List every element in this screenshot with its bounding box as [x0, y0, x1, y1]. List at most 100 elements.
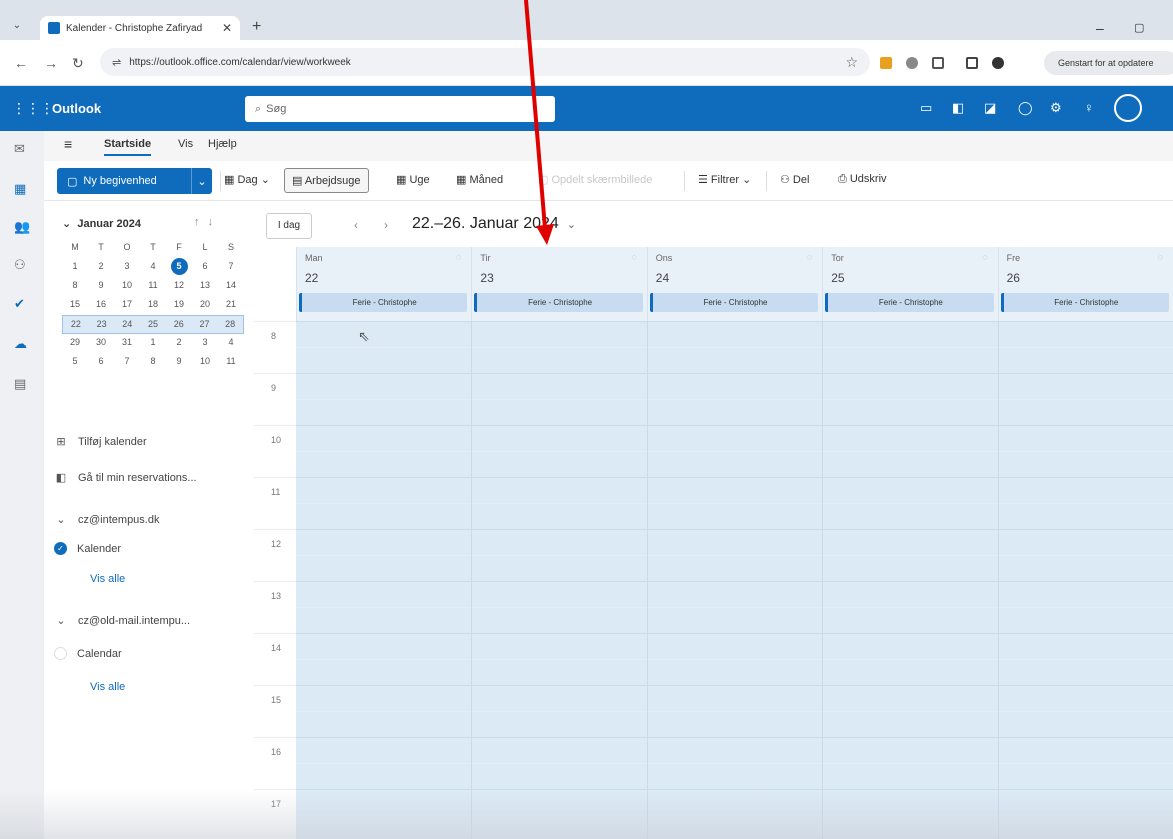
mail-icon[interactable]: ✉: [14, 141, 25, 157]
mini-calendar-day[interactable]: 5: [166, 258, 192, 277]
all-day-event[interactable]: Ferie - Christophe: [649, 293, 819, 312]
account-group-header[interactable]: ⌄ cz@intempus.dk: [54, 513, 159, 527]
mini-calendar-day[interactable]: 13: [192, 277, 218, 296]
month-view-button[interactable]: ▦ Måned: [456, 173, 503, 186]
profile-avatar-icon[interactable]: [992, 57, 1004, 69]
mini-calendar-day[interactable]: 14: [218, 277, 244, 296]
mini-calendar-day[interactable]: 30: [88, 334, 114, 353]
mini-calendar-day[interactable]: 20: [192, 296, 218, 315]
tab-help[interactable]: Hjælp: [208, 138, 237, 150]
workweek-view-button[interactable]: ▤ Arbejdsuge: [284, 168, 369, 193]
reload-icon[interactable]: ↻: [72, 55, 84, 72]
people-icon[interactable]: 👥: [14, 219, 30, 235]
mini-calendar-day[interactable]: 11: [218, 353, 244, 372]
search-input[interactable]: ⌕ Søg: [245, 96, 555, 122]
mini-calendar-day[interactable]: 7: [114, 353, 140, 372]
week-view-button[interactable]: ▦ Uge: [396, 173, 430, 186]
mini-calendar-day[interactable]: 29: [62, 334, 88, 353]
gear-icon[interactable]: ⚙: [1050, 100, 1062, 116]
filter-button[interactable]: ☰ Filtrer ⌄: [698, 173, 751, 186]
hamburger-icon[interactable]: ≡: [64, 136, 72, 152]
mini-calendar-day[interactable]: 8: [140, 353, 166, 372]
next-icon[interactable]: ›: [384, 218, 388, 232]
bookmark-star-icon[interactable]: ☆: [845, 54, 858, 71]
day-column-header[interactable]: Tir ◌ 23 Ferie - Christophe: [471, 247, 646, 321]
mini-calendar-day[interactable]: 1: [140, 334, 166, 353]
tab-home[interactable]: Startside: [104, 138, 152, 156]
mini-calendar-day[interactable]: 10: [192, 353, 218, 372]
calendar-icon[interactable]: ▦: [14, 181, 26, 197]
close-tab-icon[interactable]: ✕: [222, 21, 232, 35]
new-event-button[interactable]: ▢ Ny begivenhed ⌄: [57, 168, 212, 194]
mini-calendar-day[interactable]: 27: [192, 316, 218, 333]
show-all-link[interactable]: Vis alle: [90, 681, 125, 693]
mini-calendar-nav[interactable]: ↑↓: [194, 216, 221, 228]
sidepanel-icon[interactable]: [966, 57, 978, 69]
mini-calendar-day[interactable]: 21: [218, 296, 244, 315]
share-button[interactable]: ⚇ Del: [780, 173, 809, 186]
print-button[interactable]: ⎙ Udskriv: [838, 173, 887, 186]
mini-calendar-day[interactable]: 6: [192, 258, 218, 277]
forward-icon[interactable]: →: [44, 55, 58, 71]
all-day-event[interactable]: Ferie - Christophe: [1000, 293, 1169, 312]
time-grid[interactable]: [296, 321, 1173, 839]
mini-calendar-day[interactable]: 1: [62, 258, 88, 277]
split-view-button[interactable]: ▢ Opdelt skærmbillede: [538, 173, 652, 186]
restart-update-button[interactable]: Genstart for at opdatere: [1044, 51, 1173, 75]
mini-calendar-day[interactable]: 31: [114, 334, 140, 353]
day-column-header[interactable]: Man ◌ 22 Ferie - Christophe: [296, 247, 471, 321]
all-day-event[interactable]: Ferie - Christophe: [825, 293, 994, 312]
address-bar[interactable]: ⇌ https://outlook.office.com/calendar/vi…: [100, 48, 870, 76]
mini-calendar-day[interactable]: 12: [166, 277, 192, 296]
extension-icon[interactable]: [906, 57, 918, 69]
apps-icon[interactable]: ▤: [14, 376, 26, 392]
add-calendar-link[interactable]: ⊞ Tilføj kalender: [54, 435, 146, 449]
all-day-event[interactable]: Ferie - Christophe: [474, 293, 643, 312]
mini-calendar-day[interactable]: 2: [166, 334, 192, 353]
mini-calendar-day[interactable]: 18: [140, 296, 166, 315]
mini-calendar-day[interactable]: 10: [114, 277, 140, 296]
lightbulb-icon[interactable]: ♀: [1084, 100, 1094, 115]
extension-icon[interactable]: [880, 57, 892, 69]
show-all-link[interactable]: Vis alle: [90, 573, 125, 585]
back-icon[interactable]: ←: [14, 55, 28, 71]
calendar-item[interactable]: ✓ Kalender: [54, 542, 121, 555]
mini-calendar-day[interactable]: 15: [62, 296, 88, 315]
mini-calendar-day[interactable]: 9: [88, 277, 114, 296]
mini-calendar-day[interactable]: 5: [62, 353, 88, 372]
browser-tab[interactable]: Kalender - Christophe Zafiryad ✕: [40, 16, 240, 40]
mini-calendar-day[interactable]: 4: [218, 334, 244, 353]
restore-icon[interactable]: ▢: [1134, 21, 1144, 34]
mini-calendar-day[interactable]: 24: [114, 316, 140, 333]
mini-calendar-day[interactable]: 2: [88, 258, 114, 277]
app-launcher-icon[interactable]: ⋮⋮⋮: [12, 100, 54, 117]
today-button[interactable]: I dag: [266, 213, 312, 239]
chevron-down-icon[interactable]: ⌄: [192, 175, 212, 188]
mini-calendar-day[interactable]: 11: [140, 277, 166, 296]
previous-icon[interactable]: ‹: [354, 218, 358, 232]
day-column-header[interactable]: Tor ◌ 25 Ferie - Christophe: [822, 247, 997, 321]
site-settings-icon[interactable]: ⇌: [112, 56, 121, 69]
day-column-header[interactable]: Fre ◌ 26 Ferie - Christophe: [997, 247, 1173, 321]
onedrive-icon[interactable]: ☁: [14, 336, 27, 352]
tab-view[interactable]: Vis: [178, 138, 193, 150]
mini-calendar-day[interactable]: 3: [114, 258, 140, 277]
teams-icon[interactable]: ◧: [952, 100, 964, 116]
day-view-button[interactable]: ▦ Dag ⌄: [224, 173, 270, 186]
mini-calendar-day[interactable]: 17: [114, 296, 140, 315]
mini-calendar-day[interactable]: 23: [89, 316, 115, 333]
mini-calendar-day[interactable]: 16: [88, 296, 114, 315]
todo-check-icon[interactable]: ✔: [14, 296, 25, 312]
all-day-event[interactable]: Ferie - Christophe: [299, 293, 468, 312]
new-tab-icon[interactable]: +: [252, 18, 261, 36]
extensions-puzzle-icon[interactable]: [932, 57, 944, 69]
mini-calendar-day[interactable]: 22: [63, 316, 89, 333]
todo-icon[interactable]: ◪: [984, 100, 996, 116]
mini-calendar-day[interactable]: 19: [166, 296, 192, 315]
mini-calendar-day[interactable]: 26: [166, 316, 192, 333]
mini-calendar-day[interactable]: 7: [218, 258, 244, 277]
mini-calendar-day[interactable]: 4: [140, 258, 166, 277]
date-range-picker[interactable]: 22.–26. Januar 2024 ⌄: [412, 215, 576, 233]
bell-icon[interactable]: ◯: [1018, 100, 1033, 116]
groups-icon[interactable]: ⚇: [14, 257, 26, 273]
